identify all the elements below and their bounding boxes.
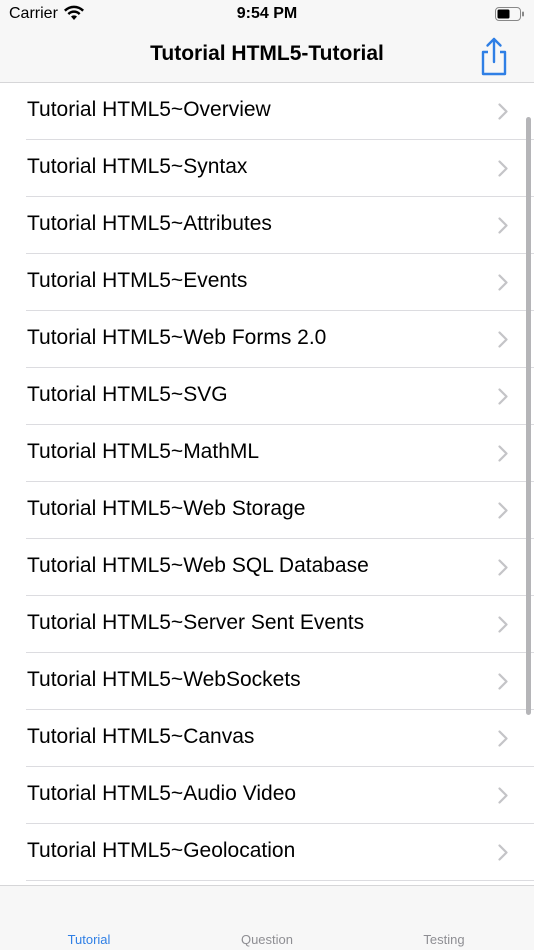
tab-question[interactable]: Question (207, 932, 327, 947)
list-item-label: Tutorial HTML5~Geolocation (27, 839, 296, 862)
list-item[interactable]: Tutorial HTML5~Web Forms 2.0 (0, 311, 534, 368)
list-item-label: Tutorial HTML5~Events (27, 269, 248, 292)
chevron-right-icon (498, 730, 508, 752)
list-item-label: Tutorial HTML5~Canvas (27, 725, 255, 748)
tutorial-list: Tutorial HTML5~Overview Tutorial HTML5~Sy… (0, 83, 534, 885)
share-icon (476, 37, 512, 80)
list-item[interactable]: Tutorial HTML5~Syntax (0, 140, 534, 197)
battery-icon (495, 6, 525, 27)
list-item-label: Tutorial HTML5~WebSockets (27, 668, 301, 691)
list-item[interactable]: Tutorial HTML5~WebSockets (0, 653, 534, 710)
chevron-right-icon (498, 217, 508, 239)
chevron-right-icon (498, 388, 508, 410)
list-item-label: Tutorial HTML5~Web SQL Database (27, 554, 369, 577)
list-item-label: Tutorial HTML5~Syntax (27, 155, 248, 178)
chevron-right-icon (498, 502, 508, 524)
list-item-label: Tutorial HTML5~Web Storage (27, 497, 306, 520)
status-bar: Carrier 9:54 PM (0, 0, 534, 30)
chevron-right-icon (498, 844, 508, 866)
status-time: 9:54 PM (236, 5, 298, 22)
list-item[interactable]: Tutorial HTML5~Overview (0, 83, 534, 140)
list-item[interactable]: Tutorial HTML5~SVG (0, 368, 534, 425)
chevron-right-icon (498, 103, 508, 125)
tab-bar: Tutorial Question Testing (0, 885, 534, 950)
list-item-label: Tutorial HTML5~Overview (27, 98, 271, 121)
list-item[interactable]: Tutorial HTML5~Canvas (0, 710, 534, 767)
list-item[interactable]: Tutorial HTML5~Audio Video (0, 767, 534, 824)
list-item-label: Tutorial HTML5~Web Forms 2.0 (27, 326, 327, 349)
scroll-indicator[interactable] (526, 117, 531, 715)
chevron-right-icon (498, 331, 508, 353)
chevron-right-icon (498, 673, 508, 695)
list-item-label: Tutorial HTML5~SVG (27, 383, 228, 406)
list-item[interactable]: Tutorial HTML5~Events (0, 254, 534, 311)
list-item[interactable]: Tutorial HTML5~Web SQL Database (0, 539, 534, 596)
chevron-right-icon (498, 274, 508, 296)
navigation-bar: Tutorial HTML5-Tutorial (0, 30, 534, 83)
list-item[interactable]: Tutorial HTML5~Server Sent Events (0, 596, 534, 653)
tab-tutorial[interactable]: Tutorial (29, 932, 149, 947)
chevron-right-icon (498, 160, 508, 182)
tab-testing[interactable]: Testing (384, 932, 504, 947)
list-item[interactable]: Tutorial HTML5~MathML (0, 425, 534, 482)
chevron-right-icon (498, 559, 508, 581)
chevron-right-icon (498, 445, 508, 467)
row-separator (26, 880, 534, 881)
list-item-label: Tutorial HTML5~Audio Video (27, 782, 297, 805)
page-title: Tutorial HTML5-Tutorial (150, 42, 384, 65)
list-item[interactable]: Tutorial HTML5~Attributes (0, 197, 534, 254)
list-item-label: Tutorial HTML5~Server Sent Events (27, 611, 365, 634)
share-button[interactable] (476, 36, 512, 76)
list-item-label: Tutorial HTML5~MathML (27, 440, 260, 463)
list-item-label: Tutorial HTML5~Attributes (27, 212, 272, 235)
list-item[interactable]: Tutorial HTML5~Geolocation (0, 824, 534, 881)
chevron-right-icon (498, 616, 508, 638)
chevron-right-icon (498, 787, 508, 809)
list-item[interactable]: Tutorial HTML5~Web Storage (0, 482, 534, 539)
